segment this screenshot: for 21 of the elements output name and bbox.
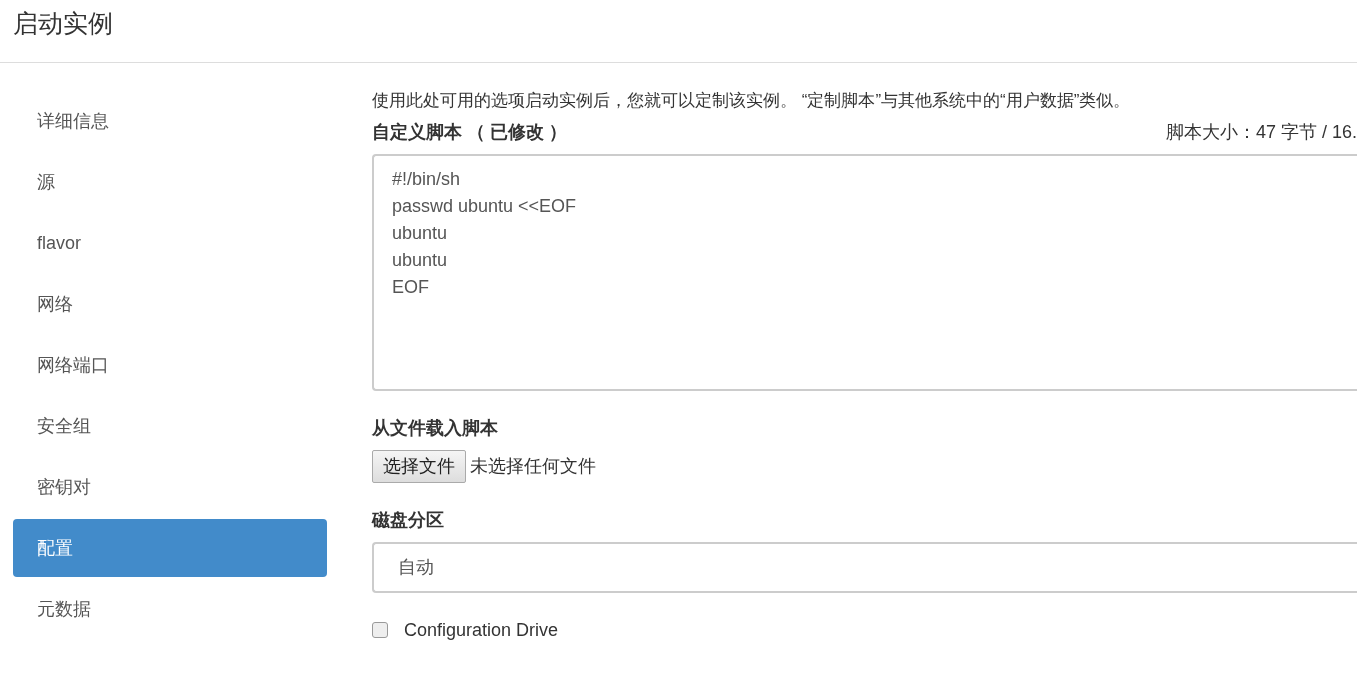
choose-file-button[interactable]: 选择文件: [372, 449, 466, 483]
load-script-label: 从文件载入脚本: [372, 416, 499, 440]
file-status-text: 未选择任何文件: [470, 454, 596, 478]
custom-script-label: 自定义脚本 （ 已修改 ）: [372, 120, 567, 144]
sidebar-item[interactable]: 密钥对: [13, 458, 327, 516]
description-text: 使用此处可用的选项启动实例后，您就可以定制该实例。 “定制脚本”与其他系统中的“用户数据”类似。: [372, 90, 1132, 112]
sidebar-item[interactable]: 源: [13, 153, 327, 211]
sidebar-item[interactable]: flavor: [13, 214, 327, 272]
sidebar-item[interactable]: 安全组: [13, 397, 327, 455]
disk-partition-select[interactable]: 自动: [372, 541, 1357, 593]
window-title: 启动实例: [12, 8, 114, 39]
configuration-drive-checkbox[interactable]: [372, 622, 388, 638]
sidebar-item[interactable]: 网络: [13, 275, 327, 333]
sidebar-item[interactable]: 配置: [13, 519, 327, 577]
sidebar-item[interactable]: 网络端口: [13, 336, 327, 394]
script-size-text: 脚本大小：47 字节 / 16.: [1165, 120, 1357, 144]
sidebar-item[interactable]: 详细信息: [13, 92, 327, 150]
disk-partition-label: 磁盘分区: [372, 508, 445, 532]
sidebar-item[interactable]: 元数据: [13, 580, 327, 638]
configuration-drive-label: Configuration Drive: [404, 618, 559, 642]
script-textarea[interactable]: #!/bin/sh passwd ubuntu <<EOF ubuntu ubuntu EOF: [372, 153, 1357, 391]
